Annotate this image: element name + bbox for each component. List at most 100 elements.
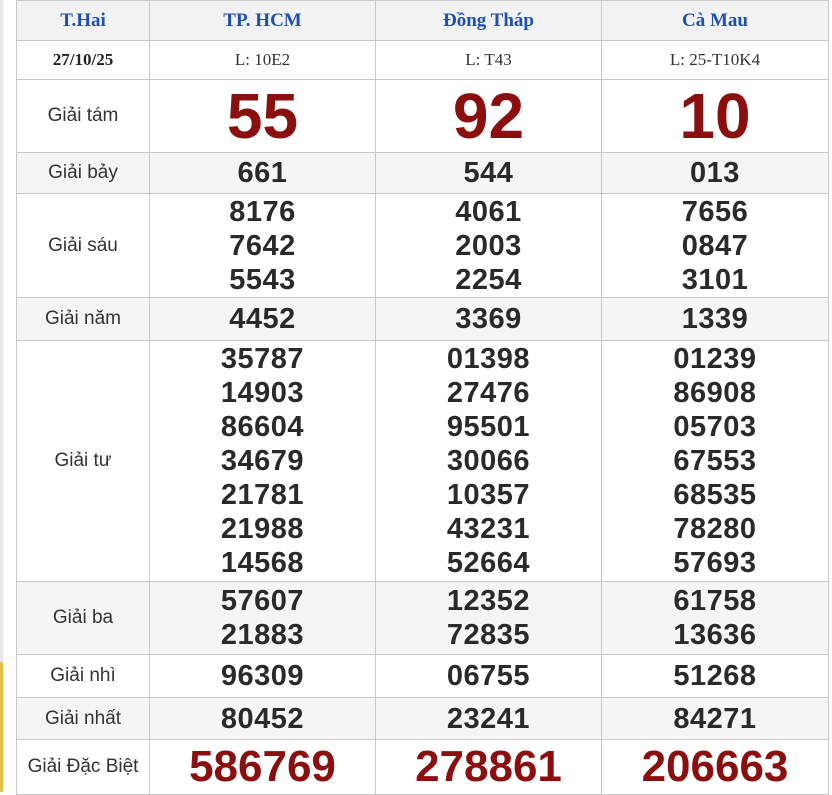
prize-row-g3: Giải ba 57607 21883 12352 72835 61758 13… xyxy=(16,581,829,655)
lottery-results-table: T.Hai TP. HCM Đồng Tháp Cà Mau 27/10/25 … xyxy=(16,0,829,795)
prize-cell: 61758 13636 xyxy=(601,581,829,655)
prize-number: 61758 xyxy=(673,585,757,617)
prize-cell: 3369 xyxy=(375,297,602,341)
prize-cell: 4452 xyxy=(149,297,376,341)
prize-cell: 01239 86908 05703 67553 68535 78280 5769… xyxy=(601,340,829,582)
prize-label: Giải năm xyxy=(16,297,150,341)
prize-cell: 4061 2003 2254 xyxy=(375,193,602,298)
prize-row-g4: Giải tư 35787 14903 86604 34679 21781 21… xyxy=(16,340,829,582)
prize-number: 21883 xyxy=(220,619,305,651)
prize-label: Giải sáu xyxy=(16,193,150,298)
prize-row-g2: Giải nhì 96309 06755 51268 xyxy=(16,654,829,698)
prize-number: 12352 xyxy=(446,585,531,617)
prize-cell: 10 xyxy=(601,79,829,153)
prize-number: 35787 xyxy=(220,343,305,375)
prize-cell: 7656 0847 3101 xyxy=(601,193,829,298)
prize-number: 4061 xyxy=(455,195,522,228)
prize-cell: 51268 xyxy=(601,654,829,698)
prize-cell: 96309 xyxy=(149,654,376,698)
ticket-code-3: L: 25-T10K4 xyxy=(601,40,829,80)
prize-number: 661 xyxy=(237,157,288,189)
prize-label: Giải ba xyxy=(16,581,150,655)
prize-number: 86604 xyxy=(220,411,305,443)
prize-label: Giải tư xyxy=(16,340,150,582)
special-prize-number: 278861 xyxy=(415,742,562,791)
prize-row-special: Giải Đặc Biệt 586769 278861 206663 xyxy=(16,739,829,795)
prize-number: 7656 xyxy=(681,195,749,228)
prize-number: 72835 xyxy=(446,619,531,651)
prize-number: 30066 xyxy=(446,445,531,477)
prize-row-g6: Giải sáu 8176 7642 5543 4061 2003 2254 7… xyxy=(16,193,829,298)
weekday-header: T.Hai xyxy=(16,0,150,41)
prize-number: 10 xyxy=(679,80,751,152)
province-header-3[interactable]: Cà Mau xyxy=(601,0,829,41)
prize-number: 2254 xyxy=(455,263,522,296)
prize-cell: 57607 21883 xyxy=(149,581,376,655)
prize-number: 14568 xyxy=(220,547,305,579)
ticket-row: 27/10/25 L: 10E2 L: T43 L: 25-T10K4 xyxy=(16,40,829,80)
prize-cell: 01398 27476 95501 30066 10357 43231 5266… xyxy=(375,340,602,582)
prize-number: 68535 xyxy=(673,479,757,511)
prize-number: 34679 xyxy=(220,445,305,477)
prize-number: 27476 xyxy=(446,377,531,409)
prize-cell: 12352 72835 xyxy=(375,581,602,655)
prize-number: 67553 xyxy=(673,445,757,477)
prize-cell: 80452 xyxy=(149,697,376,740)
prize-number: 4452 xyxy=(229,303,296,335)
prize-number: 2003 xyxy=(455,229,522,262)
province-header-1[interactable]: TP. HCM xyxy=(149,0,376,41)
ticket-code-1: L: 10E2 xyxy=(149,40,376,80)
prize-cell: 278861 xyxy=(375,739,602,795)
prize-cell: 23241 xyxy=(375,697,602,740)
prize-cell: 06755 xyxy=(375,654,602,698)
province-header-2[interactable]: Đồng Tháp xyxy=(375,0,602,41)
prize-number: 92 xyxy=(452,80,525,152)
prize-number: 7642 xyxy=(229,229,296,262)
prize-label: Giải bảy xyxy=(16,152,150,194)
prize-row-g5: Giải năm 4452 3369 1339 xyxy=(16,297,829,341)
prize-number: 57607 xyxy=(220,585,305,617)
prize-label: Giải nhì xyxy=(16,654,150,698)
prize-number: 95501 xyxy=(446,411,531,443)
prize-row-g1: Giải nhất 80452 23241 84271 xyxy=(16,697,829,740)
prize-number: 80452 xyxy=(220,702,305,735)
header-row: T.Hai TP. HCM Đồng Tháp Cà Mau xyxy=(16,0,829,41)
prize-cell: 8176 7642 5543 xyxy=(149,193,376,298)
prize-number: 1339 xyxy=(681,303,749,335)
prize-number: 52664 xyxy=(446,547,531,579)
prize-number: 13636 xyxy=(673,619,757,651)
prize-number: 21988 xyxy=(220,513,305,545)
prize-cell: 55 xyxy=(149,79,376,153)
prize-number: 43231 xyxy=(446,513,531,545)
prize-number: 51268 xyxy=(673,660,757,692)
prize-number: 23241 xyxy=(446,702,531,735)
draw-date: 27/10/25 xyxy=(16,40,150,80)
prize-number: 55 xyxy=(226,80,299,152)
prize-row-g8: Giải tám 55 92 10 xyxy=(16,79,829,153)
prize-number: 8176 xyxy=(229,195,296,228)
prize-number: 544 xyxy=(463,157,514,189)
ticket-code-2: L: T43 xyxy=(375,40,602,80)
prize-cell: 35787 14903 86604 34679 21781 21988 1456… xyxy=(149,340,376,582)
prize-number: 14903 xyxy=(220,377,305,409)
prize-label: Giải Đặc Biệt xyxy=(16,739,150,795)
prize-cell: 586769 xyxy=(149,739,376,795)
prize-cell: 92 xyxy=(375,79,602,153)
prize-number: 10357 xyxy=(446,479,531,511)
left-edge-marker xyxy=(0,662,3,792)
prize-number: 01239 xyxy=(673,343,757,375)
prize-cell: 661 xyxy=(149,152,376,194)
prize-number: 78280 xyxy=(673,513,757,545)
prize-number: 21781 xyxy=(220,479,305,511)
special-prize-number: 206663 xyxy=(641,742,789,791)
prize-number: 96309 xyxy=(220,660,305,692)
prize-number: 0847 xyxy=(681,229,749,262)
special-prize-number: 586769 xyxy=(189,742,336,791)
prize-number: 3101 xyxy=(681,263,749,296)
prize-number: 57693 xyxy=(673,547,757,579)
prize-number: 01398 xyxy=(446,343,531,375)
prize-label: Giải nhất xyxy=(16,697,150,740)
prize-number: 013 xyxy=(690,157,740,189)
prize-cell: 206663 xyxy=(601,739,829,795)
prize-number: 05703 xyxy=(673,411,757,443)
